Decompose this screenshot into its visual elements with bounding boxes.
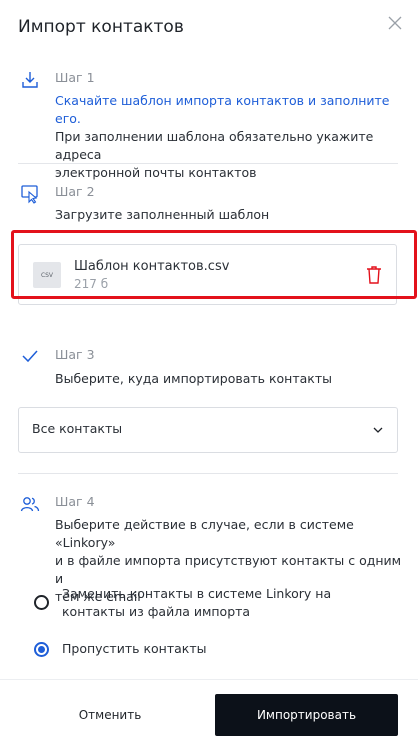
step4-desc-line2: и в файле импорта присутствуют контакты … <box>55 553 402 586</box>
select-value: Все контакты <box>32 421 123 436</box>
step4-label: Шаг 4 <box>55 494 95 509</box>
step3-description: Выберите, куда импортировать контакты <box>55 371 333 386</box>
cancel-button[interactable]: Отменить <box>18 695 202 735</box>
upload-cursor-icon <box>21 185 38 204</box>
step1-desc-line3: электронной почты контактов <box>55 165 257 180</box>
step1-label: Шаг 1 <box>55 70 95 85</box>
radio-replace-line1: Заменить контакты в системе Linkory на <box>62 586 332 601</box>
import-button[interactable]: Импортировать <box>215 694 398 736</box>
radio-replace[interactable] <box>34 595 49 610</box>
step1-description: Скачайте шаблон импорта контактов и запо… <box>55 92 405 182</box>
step4-desc-line1: Выберите действие в случае, если в систе… <box>55 517 354 550</box>
divider <box>18 473 398 474</box>
chevron-down-icon <box>373 427 383 433</box>
radio-skip-label[interactable]: Пропустить контакты <box>62 640 206 658</box>
step2-description: Загрузите заполненный шаблон <box>55 207 270 222</box>
download-template-link[interactable]: Скачайте шаблон импорта контактов и запо… <box>55 92 405 128</box>
step3-label: Шаг 3 <box>55 347 95 362</box>
radio-replace-line2: контакты из файла импорта <box>62 604 251 619</box>
radio-replace-label[interactable]: Заменить контакты в системе Linkory на к… <box>62 585 331 621</box>
users-icon <box>20 497 40 512</box>
step1-desc-line2: При заполнении шаблона обязательно укажи… <box>55 129 374 162</box>
footer-divider <box>0 679 418 680</box>
download-icon <box>22 72 38 88</box>
dialog-title: Импорт контактов <box>18 17 184 37</box>
highlight-box <box>11 230 417 299</box>
radio-skip[interactable] <box>34 642 49 657</box>
step2-label: Шаг 2 <box>55 184 95 199</box>
checkmark-icon <box>22 350 38 363</box>
close-icon[interactable] <box>387 15 403 31</box>
divider <box>18 163 398 164</box>
destination-select[interactable]: Все контакты <box>18 407 398 453</box>
